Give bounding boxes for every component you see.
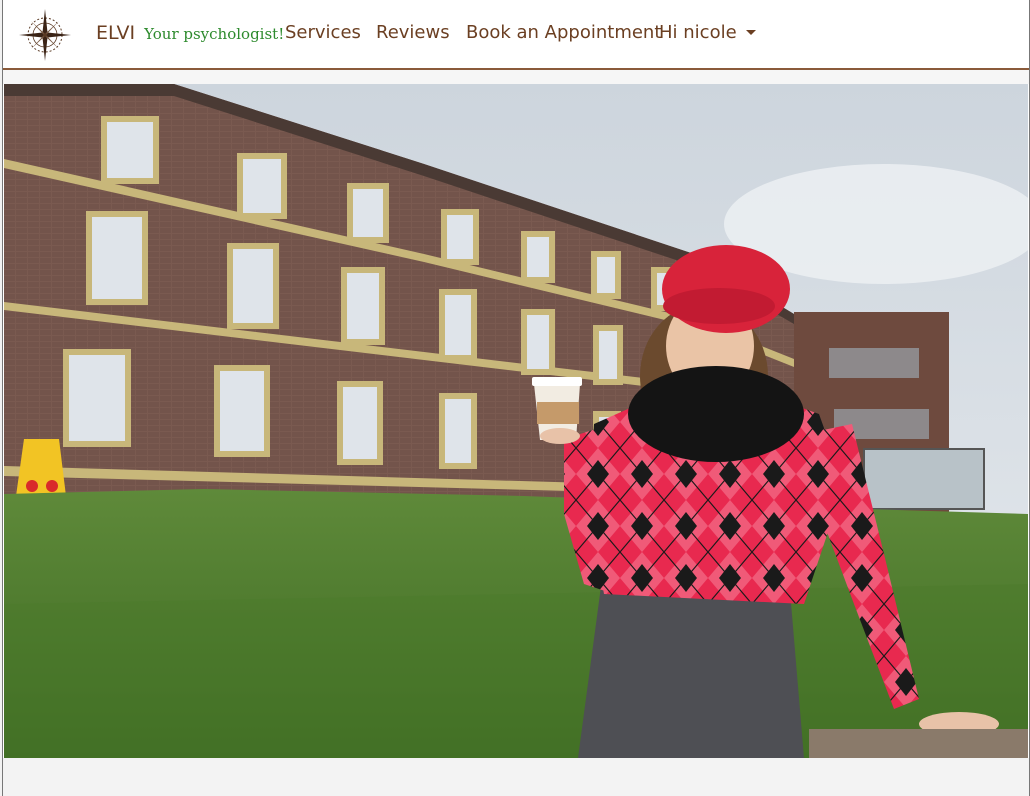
page-footer-area	[3, 758, 1029, 796]
nav-book-appointment-link[interactable]: Book an Appointment	[466, 22, 661, 43]
hero-image	[4, 84, 1028, 758]
brand-tagline[interactable]: Your psychologist!	[144, 25, 284, 43]
user-menu-dropdown[interactable]: Hi nicole	[659, 22, 756, 43]
navbar: ELVI Your psychologist! Services Reviews…	[3, 0, 1029, 70]
nav-reviews-link[interactable]: Reviews	[376, 22, 450, 43]
navbar-spacer	[3, 70, 1029, 84]
brand[interactable]: ELVI Your psychologist!	[96, 22, 284, 44]
caret-down-icon	[745, 30, 756, 35]
brand-name[interactable]: ELVI	[96, 22, 135, 44]
compass-rose-icon[interactable]	[18, 8, 72, 62]
page-frame: ELVI Your psychologist! Services Reviews…	[2, 0, 1030, 796]
nav-services-link[interactable]: Services	[285, 22, 361, 43]
user-menu-label: Hi nicole	[659, 22, 737, 43]
